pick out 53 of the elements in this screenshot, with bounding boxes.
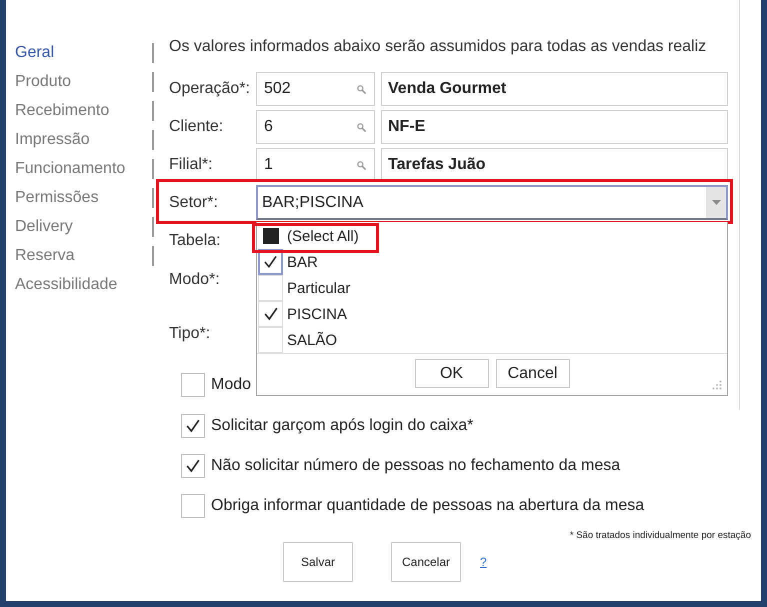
checkbox[interactable]: [258, 327, 283, 353]
checkbox[interactable]: [262, 228, 278, 244]
sidebar-item[interactable]: Geral: [15, 42, 54, 62]
code-field[interactable]: 1: [256, 148, 375, 182]
save-button[interactable]: Salvar: [283, 542, 353, 582]
checkbox-label: Solicitar garçom após login do caixa*: [211, 417, 474, 435]
field-label: Tipo*:: [169, 325, 212, 343]
sidebar-item[interactable]: Permissões: [15, 188, 99, 208]
sidebar-item[interactable]: Acessibilidade: [15, 274, 118, 294]
option-label[interactable]: PISCINA: [287, 306, 348, 322]
checkbox[interactable]: [181, 494, 205, 518]
sidebar-item[interactable]: Impressão: [15, 130, 90, 150]
checkbox[interactable]: [181, 373, 205, 397]
sidebar-item[interactable]: Funcionamento: [15, 158, 126, 178]
description-field[interactable]: Tarefas Juão: [381, 148, 728, 182]
checkbox[interactable]: [258, 301, 283, 327]
field-label: Operação*:: [169, 80, 251, 98]
field-label: Modo*:: [169, 271, 221, 289]
search-icon[interactable]: [357, 122, 366, 132]
description-field[interactable]: Venda Gourmet: [381, 72, 728, 106]
help-link[interactable]: ?: [480, 555, 487, 569]
caret-down-icon: [712, 200, 720, 205]
option-label[interactable]: Particular: [287, 280, 350, 296]
sidebar-item[interactable]: Recebimento: [15, 100, 110, 120]
search-icon[interactable]: [357, 160, 366, 170]
field-label: Setor*:: [169, 194, 219, 212]
option-label[interactable]: (Select All): [287, 228, 359, 244]
cancel-button[interactable]: Cancel: [496, 359, 570, 388]
code-field[interactable]: 502: [256, 72, 375, 106]
sidebar-item[interactable]: Reserva: [15, 246, 75, 266]
dropdown-button[interactable]: [706, 187, 726, 218]
sidebar-item[interactable]: Produto: [15, 72, 72, 92]
checkbox[interactable]: [181, 454, 205, 478]
sidebar-item[interactable]: Delivery: [15, 216, 73, 236]
field-label: Filial*:: [169, 156, 214, 174]
field-label: Tabela:: [169, 232, 222, 250]
search-icon[interactable]: [357, 84, 366, 94]
resize-grip-icon[interactable]: [712, 380, 722, 390]
checkbox-label: Não solicitar número de pessoas no fechamento da mesa: [211, 457, 620, 475]
checkbox[interactable]: [258, 275, 283, 301]
footnote: * São tratados individualmente por estação: [570, 530, 751, 542]
intro-text: Os valores informados abaixo serão assumidos para todas as vendas realiz: [169, 37, 708, 57]
ok-button[interactable]: OK: [414, 359, 488, 388]
field-label: Cliente:: [169, 118, 224, 136]
option-label[interactable]: BAR: [287, 254, 318, 270]
code-field[interactable]: 6: [256, 110, 375, 144]
checkbox-label: Modo: [211, 376, 252, 394]
setor-combobox[interactable]: BAR;PISCINA: [256, 185, 728, 220]
description-field[interactable]: NF-E: [381, 110, 728, 144]
option-label[interactable]: SALÃO: [287, 332, 338, 348]
cancel-button[interactable]: Cancelar: [391, 542, 461, 582]
checkbox[interactable]: [181, 414, 205, 438]
checkbox-label: Obriga informar quantidade de pessoas na abertura da mesa: [211, 497, 644, 515]
